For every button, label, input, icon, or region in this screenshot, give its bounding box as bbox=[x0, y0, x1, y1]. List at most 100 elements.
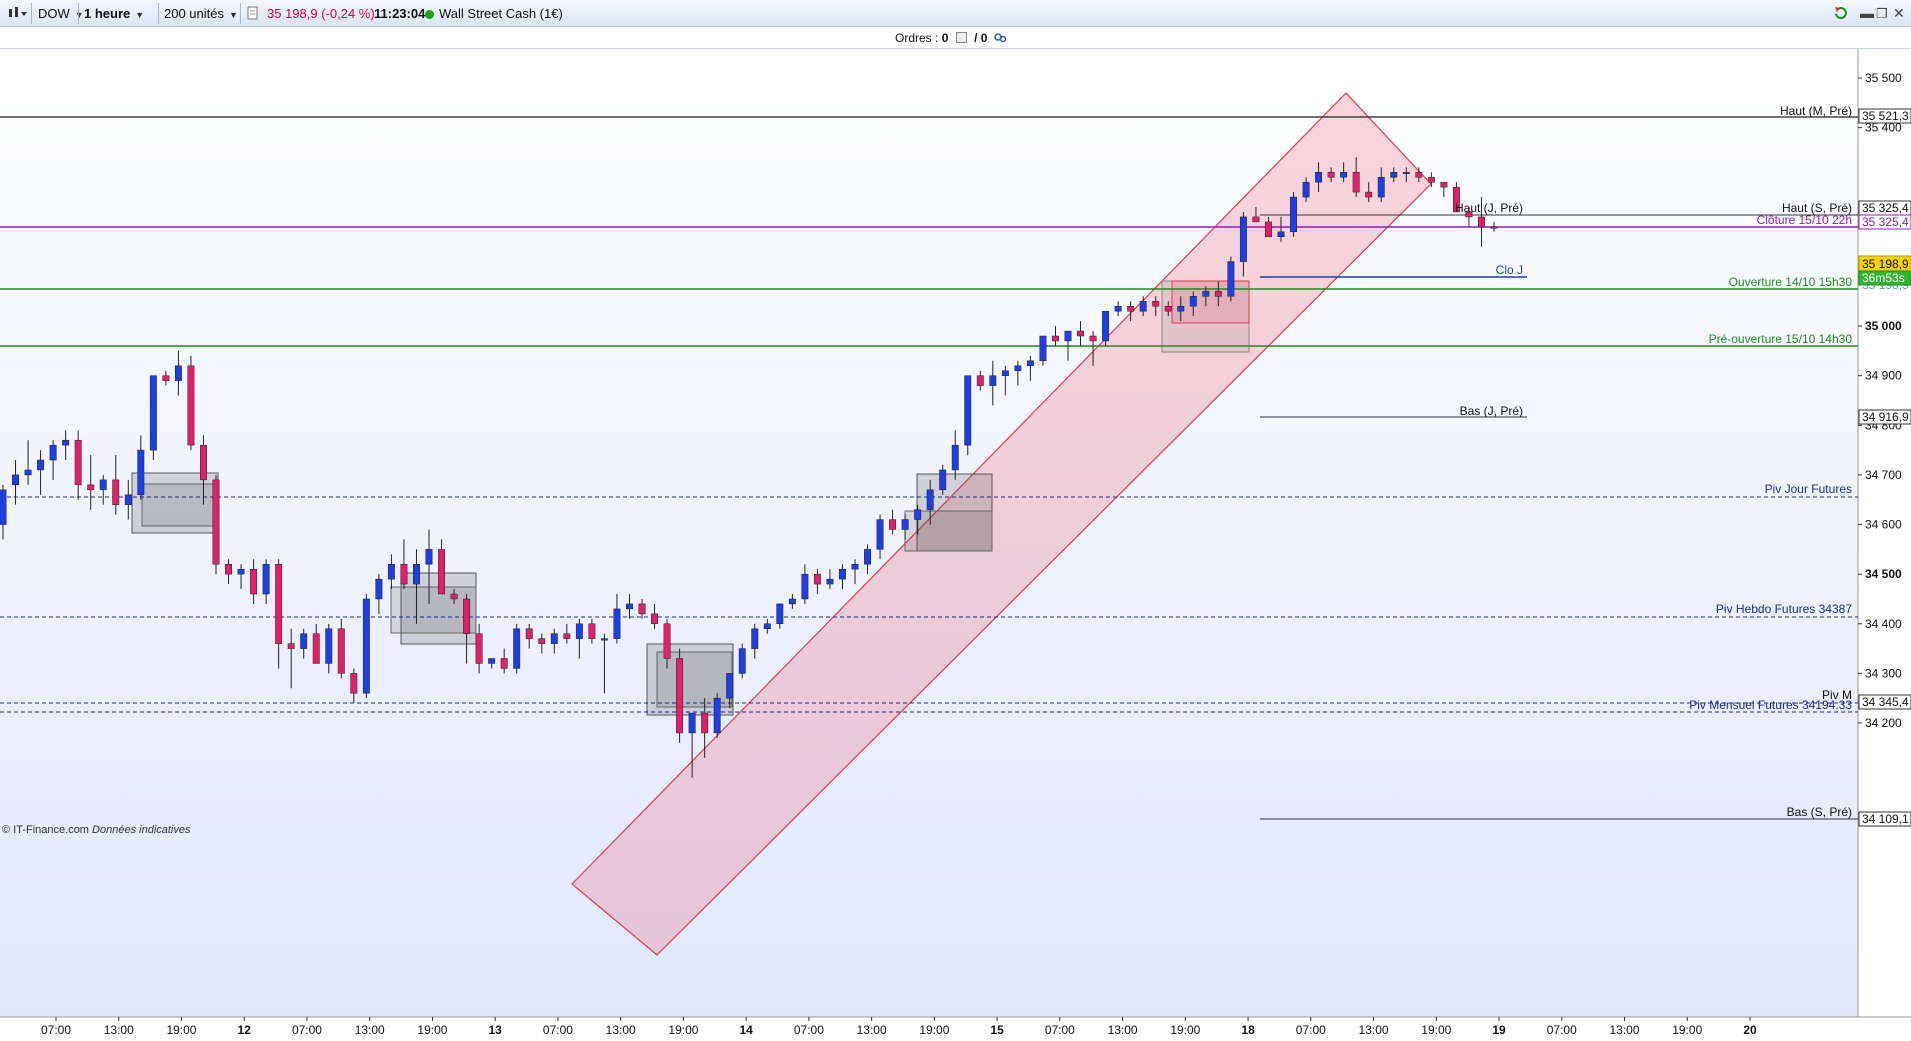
candle-body[interactable] bbox=[488, 658, 496, 664]
candle-body[interactable] bbox=[1327, 172, 1335, 178]
candle-body[interactable] bbox=[1001, 370, 1009, 376]
chart-svg[interactable]: Haut (M, Pré) Haut (J, Pré) Haut (S, Pré… bbox=[0, 49, 1911, 1041]
zone-box[interactable] bbox=[656, 651, 733, 708]
candle-body[interactable] bbox=[212, 479, 220, 565]
candle-body[interactable] bbox=[1390, 172, 1398, 178]
candle-body[interactable] bbox=[1440, 181, 1448, 188]
candle-body[interactable] bbox=[763, 623, 771, 629]
candle-body[interactable] bbox=[1377, 176, 1385, 198]
candle-body[interactable] bbox=[1352, 172, 1360, 193]
candle-body[interactable] bbox=[1202, 291, 1210, 297]
document-icon[interactable] bbox=[247, 0, 259, 27]
candle-body[interactable] bbox=[438, 549, 445, 595]
candle-body[interactable] bbox=[387, 563, 395, 580]
candle-body[interactable] bbox=[826, 578, 834, 585]
candle-body[interactable] bbox=[1139, 301, 1147, 312]
candle-body[interactable] bbox=[901, 519, 909, 530]
candle-body[interactable] bbox=[1152, 301, 1160, 307]
candle-body[interactable] bbox=[1014, 365, 1022, 371]
candle-body[interactable] bbox=[1064, 330, 1072, 342]
candle-body[interactable] bbox=[162, 375, 170, 381]
candle-body[interactable] bbox=[413, 563, 420, 585]
candle-body[interactable] bbox=[0, 489, 7, 525]
candle-body[interactable] bbox=[1277, 231, 1285, 238]
candle-body[interactable] bbox=[651, 613, 658, 625]
candle-body[interactable] bbox=[475, 633, 483, 664]
candle-body[interactable] bbox=[400, 563, 408, 585]
candle-body[interactable] bbox=[1490, 226, 1498, 229]
candle-body[interactable] bbox=[563, 633, 571, 639]
candle-body[interactable] bbox=[1239, 216, 1247, 262]
candle-body[interactable] bbox=[713, 697, 721, 734]
candle-body[interactable] bbox=[250, 568, 258, 595]
candle-body[interactable] bbox=[225, 563, 232, 575]
candle-body[interactable] bbox=[12, 474, 19, 486]
symbol-selector[interactable]: DOW ▼ bbox=[38, 0, 84, 27]
candle-body[interactable] bbox=[701, 712, 709, 734]
candle-body[interactable] bbox=[976, 375, 984, 386]
candle-body[interactable] bbox=[1189, 296, 1197, 307]
candle-body[interactable] bbox=[1365, 191, 1373, 198]
candle-body[interactable] bbox=[300, 633, 308, 649]
candle-body[interactable] bbox=[751, 628, 759, 649]
candle-body[interactable] bbox=[112, 479, 120, 505]
candle-body[interactable] bbox=[275, 563, 283, 644]
candle-body[interactable] bbox=[864, 549, 871, 565]
restore-icon[interactable]: ❐ bbox=[1876, 0, 1888, 27]
candle-body[interactable] bbox=[1114, 305, 1122, 312]
interval-selector[interactable]: 1 heure ▼ bbox=[84, 0, 144, 27]
candle-body[interactable] bbox=[1102, 310, 1110, 342]
candle-body[interactable] bbox=[876, 519, 884, 550]
candle-body[interactable] bbox=[926, 489, 934, 510]
candle-body[interactable] bbox=[1415, 172, 1423, 178]
candle-body[interactable] bbox=[1077, 330, 1084, 337]
candle-body[interactable] bbox=[1227, 261, 1235, 297]
units-selector[interactable]: 200 unités ▼ bbox=[164, 0, 238, 27]
candle-body[interactable] bbox=[1252, 216, 1260, 223]
candle-body[interactable] bbox=[538, 638, 546, 644]
candle-body[interactable] bbox=[262, 563, 270, 595]
candle-body[interactable] bbox=[450, 593, 458, 600]
candle-body[interactable] bbox=[62, 439, 70, 446]
candle-body[interactable] bbox=[1402, 172, 1410, 175]
candle-body[interactable] bbox=[1177, 305, 1185, 312]
candle-body[interactable] bbox=[626, 603, 633, 610]
candle-body[interactable] bbox=[513, 628, 521, 669]
candle-body[interactable] bbox=[237, 568, 245, 575]
candle-body[interactable] bbox=[989, 375, 997, 386]
candle-body[interactable] bbox=[1127, 305, 1135, 312]
candle-body[interactable] bbox=[1026, 360, 1034, 367]
candle-body[interactable] bbox=[1315, 172, 1323, 183]
candle-body[interactable] bbox=[638, 603, 646, 615]
candle-body[interactable] bbox=[1214, 291, 1222, 297]
minimize-icon[interactable]: ▬ bbox=[1860, 0, 1874, 27]
orders-list-icon[interactable] bbox=[955, 32, 967, 43]
candle-body[interactable] bbox=[939, 469, 947, 491]
candle-body[interactable] bbox=[613, 608, 621, 639]
candle-body[interactable] bbox=[37, 459, 45, 471]
candle-body[interactable] bbox=[889, 519, 897, 530]
candle-body[interactable] bbox=[600, 638, 608, 641]
candle-body[interactable] bbox=[525, 628, 533, 639]
zone-box[interactable] bbox=[1171, 280, 1250, 324]
candle-body[interactable] bbox=[425, 549, 433, 565]
candle-body[interactable] bbox=[149, 375, 157, 451]
candle-body[interactable] bbox=[99, 479, 107, 491]
candle-body[interactable] bbox=[137, 449, 145, 496]
candle-body[interactable] bbox=[726, 673, 734, 699]
candle-body[interactable] bbox=[1164, 305, 1172, 312]
candle-body[interactable] bbox=[174, 365, 182, 381]
candle-body[interactable] bbox=[1340, 172, 1348, 178]
candle-body[interactable] bbox=[738, 648, 746, 674]
candle-body[interactable] bbox=[362, 598, 370, 694]
candle-body[interactable] bbox=[851, 563, 859, 570]
candle-body[interactable] bbox=[187, 365, 195, 446]
candle-body[interactable] bbox=[839, 568, 846, 580]
candle-body[interactable] bbox=[663, 623, 671, 659]
candle-body[interactable] bbox=[350, 673, 358, 694]
candle-body[interactable] bbox=[1290, 196, 1297, 233]
candle-body[interactable] bbox=[801, 573, 809, 600]
candle-body[interactable] bbox=[325, 628, 333, 664]
candle-body[interactable] bbox=[1302, 181, 1310, 198]
candle-body[interactable] bbox=[1039, 335, 1047, 362]
